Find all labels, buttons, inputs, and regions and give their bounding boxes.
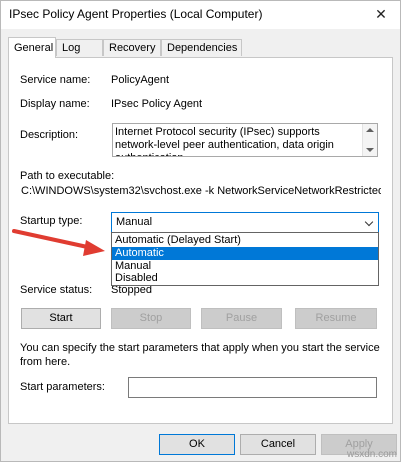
ok-button[interactable]: OK [159,434,235,455]
tab-recovery[interactable]: Recovery [103,39,161,56]
startup-type-dropdown: Automatic (Delayed Start) Automatic Manu… [111,232,379,286]
pause-button[interactable]: Pause [201,308,282,329]
chevron-down-icon[interactable] [364,217,374,227]
service-name-label: Service name: [20,74,91,86]
window-title: IPsec Policy Agent Properties (Local Com… [9,7,263,21]
option-disabled[interactable]: Disabled [112,272,378,285]
tab-general[interactable]: General [8,37,56,58]
tab-dependencies[interactable]: Dependencies [161,39,242,56]
path-label: Path to executable: [20,170,115,182]
scroll-up-icon[interactable] [366,128,374,132]
path-value: C:\WINDOWS\system32\svchost.exe -k Netwo… [21,185,381,197]
help-text: You can specify the start parameters tha… [20,342,380,368]
tab-strip: General Log On Recovery Dependencies [8,37,398,71]
description-box[interactable]: Internet Protocol security (IPsec) suppo… [112,123,378,157]
description-text: Internet Protocol security (IPsec) suppo… [115,126,334,156]
scroll-down-icon[interactable] [366,148,374,152]
option-automatic-delayed[interactable]: Automatic (Delayed Start) [112,234,378,247]
service-name-value: PolicyAgent [111,74,170,86]
display-name-value: IPsec Policy Agent [111,98,203,110]
display-name-label: Display name: [20,98,90,110]
tab-log-on[interactable]: Log On [56,39,103,71]
startup-type-select[interactable]: Manual [111,212,379,233]
description-scrollbar[interactable] [362,124,377,156]
watermark: wsxdn.com [346,449,397,460]
description-label: Description: [20,129,79,141]
close-button[interactable]: ✕ [366,3,396,25]
resume-button[interactable]: Resume [295,308,377,329]
cancel-button[interactable]: Cancel [240,434,316,455]
stop-button[interactable]: Stop [111,308,191,329]
start-parameters-label: Start parameters: [20,381,105,393]
start-button[interactable]: Start [21,308,101,329]
service-status-label: Service status: [20,284,93,296]
title-bar: IPsec Policy Agent Properties (Local Com… [1,1,400,29]
start-parameters-input[interactable] [128,377,377,398]
option-automatic[interactable]: Automatic [112,247,378,260]
startup-type-value: Manual [116,216,153,228]
red-arrow-annotation-icon [12,229,105,256]
